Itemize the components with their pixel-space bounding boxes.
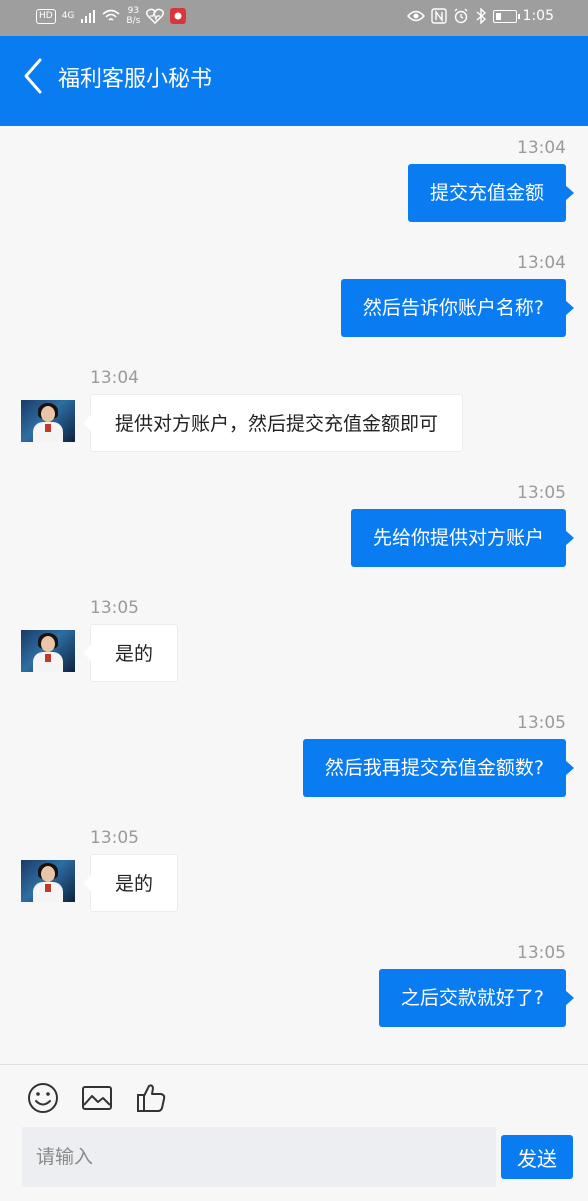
- chevron-left-icon: [24, 58, 42, 94]
- eye-icon: [406, 10, 425, 22]
- message-bubble-outgoing[interactable]: 然后告诉你账户名称?: [340, 279, 575, 337]
- composer-bar: 发送: [0, 1064, 588, 1201]
- battery-level: [495, 12, 501, 20]
- chat-header: 福利客服小秘书: [0, 36, 588, 126]
- message-bubble-outgoing[interactable]: 提交充值金额: [407, 164, 575, 222]
- message-bubble-incoming[interactable]: 是的: [82, 624, 179, 682]
- avatar[interactable]: [21, 400, 75, 442]
- message-list[interactable]: 13:04 提交充值金额 13:04 然后告诉你账户名称? 13:04 提供对方…: [0, 126, 588, 1064]
- battery-icon: [492, 9, 520, 23]
- thumbs-up-icon: [137, 1084, 166, 1112]
- hd-badge: HD: [36, 8, 56, 24]
- emoji-button[interactable]: [26, 1081, 60, 1115]
- message-time: 13:04: [517, 138, 566, 158]
- avatar-scarf: [45, 654, 51, 662]
- status-left: HD 4G 93 B/s: [36, 6, 187, 26]
- avatar-scarf: [45, 884, 51, 892]
- avatar-face: [41, 866, 55, 882]
- status-bar: HD 4G 93 B/s 1:05: [0, 0, 588, 36]
- message-time: 13:05: [90, 828, 139, 848]
- avatar[interactable]: [21, 630, 75, 672]
- net-speed-unit: B/s: [126, 16, 141, 26]
- net-speed-value: 93: [127, 6, 140, 16]
- avatar[interactable]: [21, 860, 75, 902]
- message-bubble-incoming[interactable]: 提供对方账户，然后提交充值金额即可: [82, 394, 464, 452]
- avatar-scarf: [45, 424, 51, 432]
- bluetooth-icon: [476, 8, 486, 24]
- signal-icon: [81, 10, 96, 23]
- health-icon: [146, 8, 165, 24]
- nfc-icon: [430, 8, 447, 24]
- message-bubble-outgoing[interactable]: 然后我再提交充值金额数?: [302, 739, 575, 797]
- message-time: 13:05: [517, 483, 566, 503]
- send-button[interactable]: 发送: [501, 1135, 573, 1179]
- wifi-icon: [102, 9, 120, 21]
- message-bubble-outgoing[interactable]: 先给你提供对方账户: [350, 509, 575, 567]
- message-time: 13:05: [90, 598, 139, 618]
- message-time: 13:05: [517, 943, 566, 963]
- image-button[interactable]: [80, 1081, 114, 1115]
- net-speed: 93 B/s: [126, 6, 140, 26]
- app-icon: [170, 8, 187, 24]
- message-time: 13:05: [517, 713, 566, 733]
- message-bubble-incoming[interactable]: 是的: [82, 854, 179, 912]
- alarm-icon: [454, 8, 468, 24]
- avatar-face: [41, 636, 55, 652]
- emoji-icon: [28, 1083, 58, 1113]
- message-time: 13:04: [517, 253, 566, 273]
- back-button[interactable]: [18, 56, 48, 96]
- like-button[interactable]: [134, 1081, 168, 1115]
- message-bubble-outgoing[interactable]: 之后交款就好了?: [378, 969, 575, 1027]
- message-input[interactable]: [22, 1127, 496, 1187]
- avatar-face: [41, 406, 55, 422]
- status-right: 1:05: [406, 8, 554, 24]
- network-type: 4G: [61, 11, 75, 21]
- image-icon: [82, 1086, 112, 1110]
- message-time: 13:04: [90, 368, 139, 388]
- chat-title: 福利客服小秘书: [58, 67, 213, 92]
- clock: 1:05: [522, 8, 554, 24]
